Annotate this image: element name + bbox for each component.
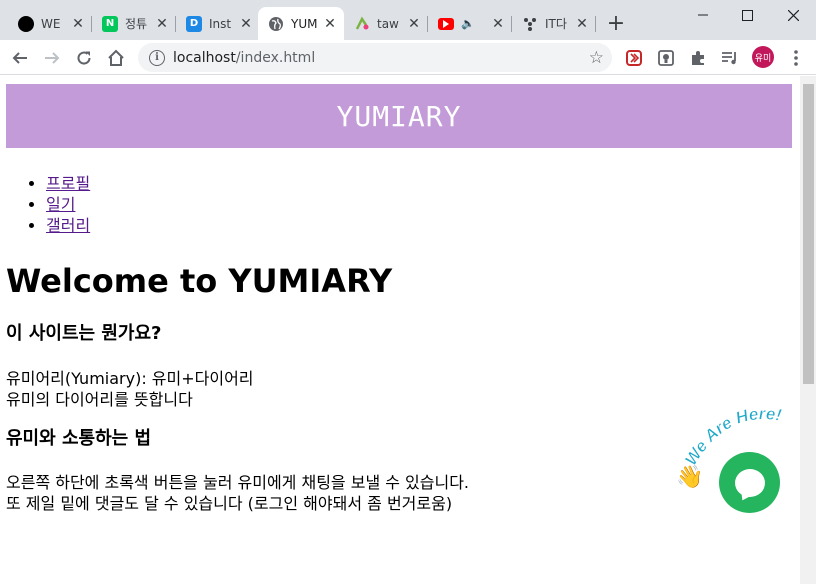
close-icon[interactable]: ✕ [238,16,254,32]
scrollbar-thumb[interactable] [803,84,814,384]
youtube-icon [438,17,454,30]
browser-tab[interactable]: WE ✕ [8,7,92,40]
body-line: 오른쪽 하단에 초록색 버튼을 눌러 유미에게 채팅을 보낼 수 있습니다. [6,473,470,492]
extension-lightbulb-icon[interactable] [652,44,680,72]
minimize-icon[interactable] [680,0,726,30]
close-icon[interactable]: ✕ [406,16,422,32]
page-viewport: YUMIARY 프로필 일기 갤러리 Welcome to YUMIARY 이 … [0,76,800,584]
site-info-icon[interactable]: i [149,49,165,66]
close-icon[interactable]: ✕ [322,16,338,32]
naver-icon: N [102,15,118,32]
close-icon[interactable]: ✕ [490,16,506,32]
browser-tab[interactable]: D Inst ✕ [176,7,260,40]
address-bar[interactable]: i localhost/index.html ☆ [138,43,612,72]
speaker-icon: 🔈 [461,17,475,30]
profile-avatar[interactable]: 유미 [752,46,774,68]
maximize-icon[interactable] [724,0,770,30]
close-icon[interactable]: ✕ [154,16,170,32]
section-body-about: 유미어리(Yumiary): 유미+다이어리 유미의 다이어리를 뜻합니다 [6,368,254,410]
page-scrollbar[interactable] [800,76,816,584]
bookmark-star-icon[interactable]: ☆ [589,48,604,68]
page-heading: Welcome to YUMIARY [6,262,393,300]
d-letter-icon: D [186,15,202,32]
body-line: 또 제일 밑에 댓글도 달 수 있습니다 (로그인 해야돼서 좀 번거로움) [6,494,453,513]
chat-button[interactable] [719,452,780,513]
site-banner: YUMIARY [6,84,792,148]
media-playlist-icon[interactable] [716,44,744,72]
browser-tab[interactable]: taw ✕ [344,7,428,40]
close-icon[interactable]: ✕ [70,16,86,32]
globe-icon [268,16,284,32]
extension-red-icon[interactable] [620,44,648,72]
browser-tab-active[interactable]: YUM ✕ [258,7,344,40]
section-body-contact: 오른쪽 하단에 초록색 버튼을 눌러 유미에게 채팅을 보낼 수 있습니다. 또… [6,472,469,514]
browser-tab[interactable]: IT다 ✕ [512,7,596,40]
url-text[interactable]: localhost/index.html [173,50,315,66]
site-logo-title: YUMIARY [336,99,462,133]
tab-strip: WE ✕ N 정튜 ✕ D Inst ✕ YUM ✕ taw ✕ 🔈 ✕ IT다… [0,0,816,40]
browser-tab[interactable]: 🔈 ✕ [428,7,512,40]
nav-item-profile: 프로필 [46,173,90,194]
home-icon[interactable] [102,44,130,72]
nav-link-gallery[interactable]: 갤러리 [46,216,90,235]
chat-bubble-icon [734,468,765,497]
tab-title: 정튜 [125,17,148,31]
extensions-puzzle-icon[interactable] [684,44,712,72]
url-path: /index.html [235,49,316,66]
tawk-icon [354,16,370,32]
window-close-icon[interactable] [770,0,816,30]
nav-link-diary[interactable]: 일기 [46,195,75,214]
tab-title: taw [377,16,399,31]
waving-hand-icon: 👋 [676,465,704,490]
section-title-contact: 유미와 소통하는 법 [6,428,152,449]
black-circle-icon [18,15,34,32]
nav-link-profile[interactable]: 프로필 [46,174,90,193]
tab-title: IT다 [545,17,567,31]
body-line: 유미어리(Yumiary): 유미+다이어리 [6,369,254,388]
back-arrow-icon[interactable] [6,44,34,72]
dots-icon [522,16,538,32]
menu-kebab-icon[interactable] [782,44,810,72]
site-nav: 프로필 일기 갤러리 [6,173,90,236]
close-icon[interactable]: ✕ [574,16,590,32]
reload-icon[interactable] [70,44,98,72]
url-host: localhost [173,49,236,66]
forward-arrow-icon[interactable] [38,44,66,72]
nav-item-diary: 일기 [46,194,90,215]
browser-toolbar: i localhost/index.html ☆ 유미 [0,40,816,75]
tab-title: Inst [209,16,232,31]
tab-title: YUM [291,16,318,31]
new-tab-button[interactable]: + [602,9,630,37]
nav-item-gallery: 갤러리 [46,215,90,236]
browser-tab[interactable]: N 정튜 ✕ [92,7,176,40]
tab-title: WE [41,16,61,31]
section-title-about: 이 사이트는 뭔가요? [6,323,162,344]
body-line: 유미의 다이어리를 뜻합니다 [6,390,193,409]
